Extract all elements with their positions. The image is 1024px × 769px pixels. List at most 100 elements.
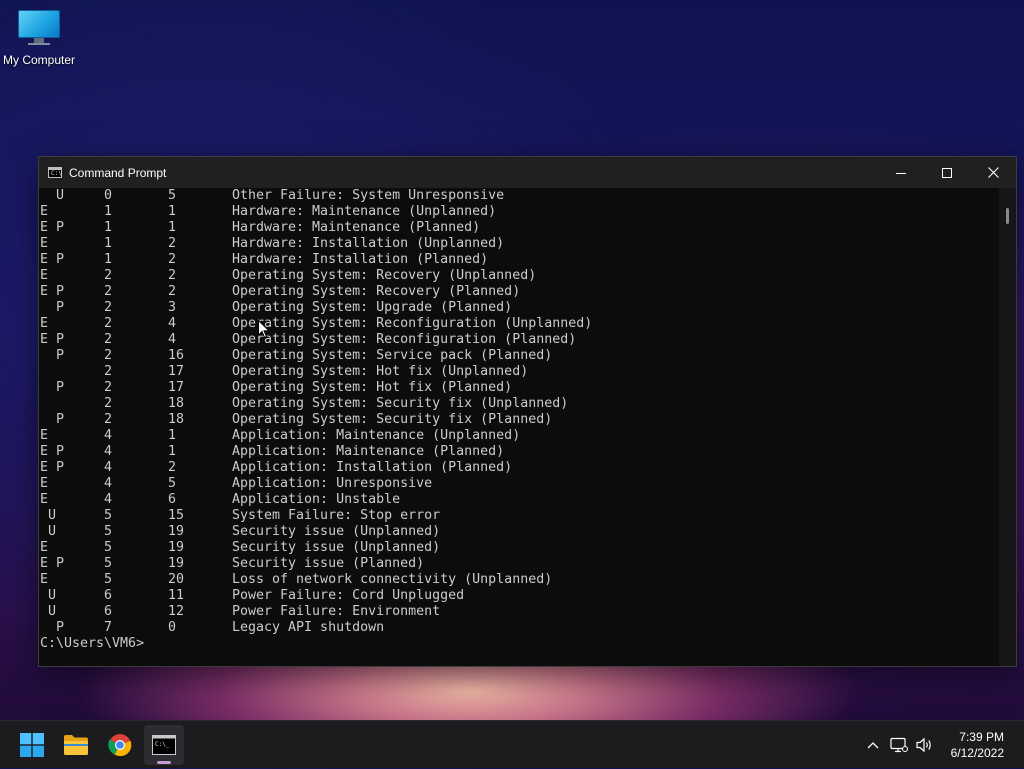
minimize-button[interactable] xyxy=(878,157,924,188)
console-line: U 6 12 Power Failure: Environment xyxy=(40,604,999,620)
minor-code-cell: 2 xyxy=(168,236,177,251)
network-button[interactable] xyxy=(886,737,912,753)
minor-code-cell: 5 xyxy=(168,188,177,203)
console-line: U 0 5 Other Failure: System Unresponsive xyxy=(40,188,999,204)
minor-code-cell: 1 xyxy=(168,220,177,235)
console-output[interactable]: U 0 5 Other Failure: System Unresponsive E 1 1… xyxy=(39,188,999,666)
minor-code-cell: 11 xyxy=(168,588,185,603)
major-code-cell: 2 xyxy=(104,268,113,283)
maximize-button[interactable] xyxy=(924,157,970,188)
close-button[interactable] xyxy=(970,157,1016,188)
window-title: Command Prompt xyxy=(69,165,167,180)
major-code-cell: 2 xyxy=(104,396,113,411)
major-code-cell: 4 xyxy=(104,460,113,475)
clock-time: 7:39 PM xyxy=(959,730,1004,744)
reason-description-cell: Loss of network connectivity (Unplanned) xyxy=(232,572,553,587)
reason-description-cell: Operating System: Hot fix (Planned) xyxy=(232,380,513,395)
console-line: P 2 3 Operating System: Upgrade (Planned) xyxy=(40,300,999,316)
scrollbar-thumb[interactable] xyxy=(1006,208,1009,224)
chrome-icon xyxy=(108,734,132,757)
major-code-cell: 0 xyxy=(104,188,113,203)
major-code-cell: 4 xyxy=(104,492,113,507)
minor-code-cell: 4 xyxy=(168,316,177,331)
reason-description-cell: System Failure: Stop error xyxy=(232,508,441,523)
major-code-cell: 2 xyxy=(104,332,113,347)
major-code-cell: 2 xyxy=(104,348,113,363)
vertical-scrollbar[interactable] xyxy=(999,188,1016,666)
volume-icon xyxy=(916,737,931,753)
system-clock[interactable]: 7:39 PM 6/12/2022 xyxy=(951,729,1004,761)
flags-cell: U xyxy=(40,188,65,203)
major-code-cell: 2 xyxy=(104,284,113,299)
console-line: E 5 19 Security issue (Unplanned) xyxy=(40,540,999,556)
console-line: U 5 19 Security issue (Unplanned) xyxy=(40,524,999,540)
reason-description-cell: Operating System: Security fix (Unplanne… xyxy=(232,396,569,411)
console-line: E P 5 19 Security issue (Planned) xyxy=(40,556,999,572)
minor-code-cell: 0 xyxy=(168,620,177,635)
minor-code-cell: 18 xyxy=(168,412,185,427)
major-code-cell: 2 xyxy=(104,380,113,395)
reason-description-cell: Operating System: Security fix (Planned) xyxy=(232,412,553,427)
console-line: P 7 0 Legacy API shutdown xyxy=(40,620,999,636)
start-button[interactable] xyxy=(12,725,52,765)
volume-button[interactable] xyxy=(912,737,938,753)
console-line: E 4 6 Application: Unstable xyxy=(40,492,999,508)
reason-description-cell: Hardware: Installation (Planned) xyxy=(232,252,489,267)
minor-code-cell: 16 xyxy=(168,348,185,363)
minor-code-cell: 18 xyxy=(168,396,185,411)
flags-cell: E P xyxy=(40,460,65,475)
clock-date: 6/12/2022 xyxy=(950,746,1004,760)
flags-cell: E xyxy=(40,476,49,491)
title-bar[interactable]: C:\ Command Prompt xyxy=(39,157,1016,188)
major-code-cell: 2 xyxy=(104,364,113,379)
reason-description-cell: Operating System: Hot fix (Unplanned) xyxy=(232,364,529,379)
console-line: U 6 11 Power Failure: Cord Unplugged xyxy=(40,588,999,604)
reason-description-cell: Application: Maintenance (Planned) xyxy=(232,444,505,459)
console-line: 2 18 Operating System: Security fix (Unpla… xyxy=(40,396,999,412)
flags-cell: E P xyxy=(40,444,65,459)
command-prompt-window[interactable]: C:\ Command Prompt U 0 5 Other Failure: Sys… xyxy=(38,156,1017,667)
close-icon xyxy=(987,167,999,178)
taskbar-file-explorer[interactable] xyxy=(56,725,96,765)
reason-description-cell: Operating System: Recovery (Planned) xyxy=(232,284,521,299)
reason-description-cell: Security issue (Planned) xyxy=(232,556,425,571)
flags-cell: E P xyxy=(40,220,65,235)
flags-cell: U xyxy=(40,524,57,539)
minor-code-cell: 2 xyxy=(168,460,177,475)
taskbar-chrome[interactable] xyxy=(100,725,140,765)
minor-code-cell: 2 xyxy=(168,284,177,299)
reason-description-cell: Other Failure: System Unresponsive xyxy=(232,188,505,203)
flags-cell: P xyxy=(40,348,65,363)
minor-code-cell: 4 xyxy=(168,332,177,347)
reason-description-cell: Application: Installation (Planned) xyxy=(232,460,513,475)
cmd-icon: C:\_ xyxy=(152,735,176,755)
minor-code-cell: 19 xyxy=(168,540,185,555)
windows-logo-icon xyxy=(20,733,44,757)
minor-code-cell: 19 xyxy=(168,524,185,539)
reason-description-cell: Operating System: Reconfiguration (Unpla… xyxy=(232,316,593,331)
major-code-cell: 1 xyxy=(104,204,113,219)
flags-cell: U xyxy=(40,604,57,619)
major-code-cell: 1 xyxy=(104,220,113,235)
minor-code-cell: 12 xyxy=(168,604,185,619)
network-icon xyxy=(890,737,908,753)
computer-icon xyxy=(18,10,60,45)
console-line: E P 2 4 Operating System: Reconfiguration (… xyxy=(40,332,999,348)
minor-code-cell: 5 xyxy=(168,476,177,491)
minor-code-cell: 6 xyxy=(168,492,177,507)
reason-description-cell: Security issue (Unplanned) xyxy=(232,540,441,555)
flags-cell: E P xyxy=(40,556,65,571)
console-line: E 4 1 Application: Maintenance (Unplanned) xyxy=(40,428,999,444)
reason-description-cell: Operating System: Recovery (Unplanned) xyxy=(232,268,537,283)
reason-description-cell: Application: Unstable xyxy=(232,492,401,507)
desktop-icon-my-computer[interactable]: My Computer xyxy=(0,8,78,67)
command-prompt-line[interactable]: C:\Users\VM6> xyxy=(39,636,999,652)
show-hidden-icons-button[interactable] xyxy=(860,741,886,749)
taskbar-command-prompt[interactable]: C:\_ xyxy=(144,725,184,765)
reason-description-cell: Operating System: Upgrade (Planned) xyxy=(232,300,513,315)
major-code-cell: 4 xyxy=(104,428,113,443)
flags-cell: E P xyxy=(40,332,65,347)
major-code-cell: 5 xyxy=(104,540,113,555)
reason-description-cell: Security issue (Unplanned) xyxy=(232,524,441,539)
reason-description-cell: Power Failure: Environment xyxy=(232,604,441,619)
